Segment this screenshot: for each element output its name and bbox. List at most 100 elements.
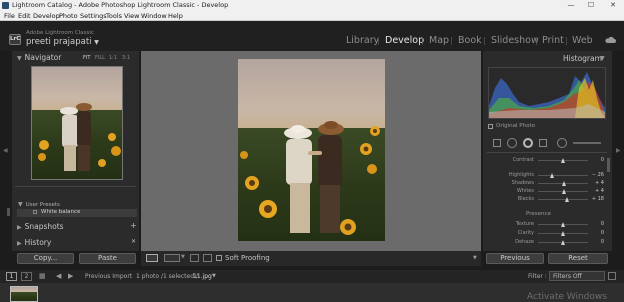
- swap-icon[interactable]: [190, 254, 199, 262]
- menu-develop[interactable]: Develop: [33, 11, 60, 21]
- filmstrip-thumbnail[interactable]: [10, 286, 38, 302]
- collapse-left-icon[interactable]: ◀: [3, 147, 8, 154]
- main-photo[interactable]: [238, 59, 385, 241]
- loupe-view-icon[interactable]: [146, 254, 158, 262]
- blacks-knob[interactable]: [565, 197, 569, 202]
- collapse-triangle-icon[interactable]: ▼: [600, 55, 605, 62]
- blacks-row[interactable]: Blacks + 18: [492, 196, 604, 204]
- radial-filter-icon[interactable]: [557, 138, 567, 148]
- soft-proofing-checkbox[interactable]: [216, 255, 222, 261]
- left-panel-edge[interactable]: ◀: [0, 51, 12, 251]
- close-window-button[interactable]: ✕: [604, 0, 622, 11]
- crop-tool-icon[interactable]: [493, 139, 501, 147]
- reset-button[interactable]: Reset: [548, 253, 608, 264]
- contrast-knob[interactable]: [561, 158, 565, 163]
- zoom-3-1[interactable]: 3:1: [122, 55, 130, 61]
- panel-scrollbar[interactable]: [7, 208, 10, 216]
- before-after-icon[interactable]: [164, 254, 180, 262]
- whites-knob[interactable]: [562, 189, 566, 194]
- dehaze-knob[interactable]: [561, 240, 565, 245]
- copy-settings-icon[interactable]: [203, 254, 212, 262]
- second-window-button[interactable]: 2: [21, 272, 32, 281]
- menu-help[interactable]: Help: [168, 11, 183, 21]
- clear-history-button[interactable]: ✕: [131, 238, 136, 245]
- preset-item-row[interactable]: White balance: [17, 209, 137, 217]
- red-eye-icon[interactable]: [523, 138, 533, 148]
- zoom-1-1[interactable]: 1:1: [109, 55, 117, 61]
- add-snapshot-button[interactable]: +: [130, 221, 137, 230]
- main-window-button[interactable]: 1: [6, 272, 17, 281]
- dehaze-row[interactable]: Dehaze 0: [492, 239, 604, 247]
- module-map[interactable]: Map: [429, 35, 449, 46]
- module-library[interactable]: Library: [346, 35, 379, 46]
- menu-file[interactable]: File: [4, 11, 15, 21]
- module-develop[interactable]: Develop: [385, 35, 424, 46]
- filmstrip-toggle-icon[interactable]: [608, 272, 616, 280]
- grid-view-icon[interactable]: ▦: [39, 272, 46, 280]
- whites-row[interactable]: Whites + 4: [492, 188, 604, 196]
- brush-slider[interactable]: [573, 142, 601, 144]
- back-arrow-icon[interactable]: ◀: [56, 272, 61, 280]
- menu-window[interactable]: Window: [141, 11, 167, 21]
- module-slideshow[interactable]: Slideshow: [491, 35, 539, 46]
- history-header[interactable]: ▶ History: [17, 237, 137, 248]
- navigator-header[interactable]: ▼ Navigator: [17, 52, 137, 63]
- shadows-label: Shadows: [511, 180, 534, 186]
- shadows-row[interactable]: Shadows + 4: [492, 180, 604, 188]
- texture-row[interactable]: Texture 0: [492, 221, 604, 229]
- chevron-down-icon[interactable]: ▼: [212, 273, 216, 279]
- menu-photo[interactable]: Photo: [59, 11, 78, 21]
- preset-group[interactable]: ▼ User Presets: [18, 201, 60, 208]
- texture-knob[interactable]: [561, 222, 565, 227]
- maximize-button[interactable]: ☐: [582, 0, 600, 11]
- dehaze-value[interactable]: 0: [590, 239, 604, 245]
- minimize-button[interactable]: —: [562, 0, 580, 11]
- cloud-icon[interactable]: [604, 36, 616, 44]
- zoom-fit[interactable]: FIT: [83, 55, 90, 61]
- copy-button[interactable]: Copy...: [17, 253, 74, 264]
- graduated-filter-icon[interactable]: [539, 139, 547, 147]
- filter-select[interactable]: Filters Off: [549, 271, 605, 281]
- highlights-track[interactable]: [538, 175, 588, 176]
- identity-plate-user[interactable]: preeti prajapati ▼: [26, 37, 99, 47]
- toolbar-menu-icon[interactable]: ▼: [473, 255, 477, 261]
- highlights-knob[interactable]: [550, 173, 554, 178]
- original-photo-checkbox[interactable]: [488, 124, 493, 129]
- clarity-label: Clarity: [517, 230, 534, 236]
- paste-button[interactable]: Paste: [79, 253, 136, 264]
- highlights-value[interactable]: − 26: [590, 172, 604, 178]
- contrast-row[interactable]: Contrast 0: [492, 157, 604, 165]
- clarity-row[interactable]: Clarity 0: [492, 230, 604, 238]
- whites-value[interactable]: + 4: [590, 188, 604, 194]
- module-print[interactable]: Print: [542, 35, 564, 46]
- right-panel-scrollbar[interactable]: [607, 158, 610, 172]
- menu-view[interactable]: View: [124, 11, 139, 21]
- texture-value[interactable]: 0: [590, 221, 604, 227]
- menu-settings[interactable]: Settings: [80, 11, 107, 21]
- blacks-track[interactable]: [538, 199, 588, 200]
- snapshots-header[interactable]: ▶ Snapshots: [17, 221, 137, 232]
- previous-button[interactable]: Previous: [486, 253, 544, 264]
- forward-arrow-icon[interactable]: ▶: [68, 272, 73, 280]
- chevron-down-icon[interactable]: ▼: [181, 254, 185, 260]
- highlights-row[interactable]: Highlights − 26: [492, 172, 604, 180]
- histogram-title[interactable]: Histogram: [563, 54, 602, 63]
- clarity-value[interactable]: 0: [590, 230, 604, 236]
- clarity-knob[interactable]: [561, 231, 565, 236]
- current-filename[interactable]: 11.jpg: [193, 273, 212, 280]
- menu-edit[interactable]: Edit: [18, 11, 31, 21]
- module-book[interactable]: Book: [458, 35, 482, 46]
- blacks-value[interactable]: + 18: [590, 196, 604, 202]
- shadows-value[interactable]: + 4: [590, 180, 604, 186]
- contrast-value[interactable]: 0: [590, 157, 604, 163]
- menu-tools[interactable]: Tools: [106, 11, 122, 21]
- zoom-fill[interactable]: FILL: [95, 55, 105, 61]
- shadows-knob[interactable]: [562, 181, 566, 186]
- collapse-right-icon[interactable]: ▶: [616, 147, 621, 154]
- right-panel-edge[interactable]: ▶: [612, 51, 624, 251]
- previous-import-label[interactable]: Previous Import: [85, 273, 132, 280]
- module-web[interactable]: Web: [572, 35, 593, 46]
- spot-removal-icon[interactable]: [507, 138, 517, 148]
- navigator-preview[interactable]: [31, 66, 123, 180]
- histogram[interactable]: [488, 67, 606, 119]
